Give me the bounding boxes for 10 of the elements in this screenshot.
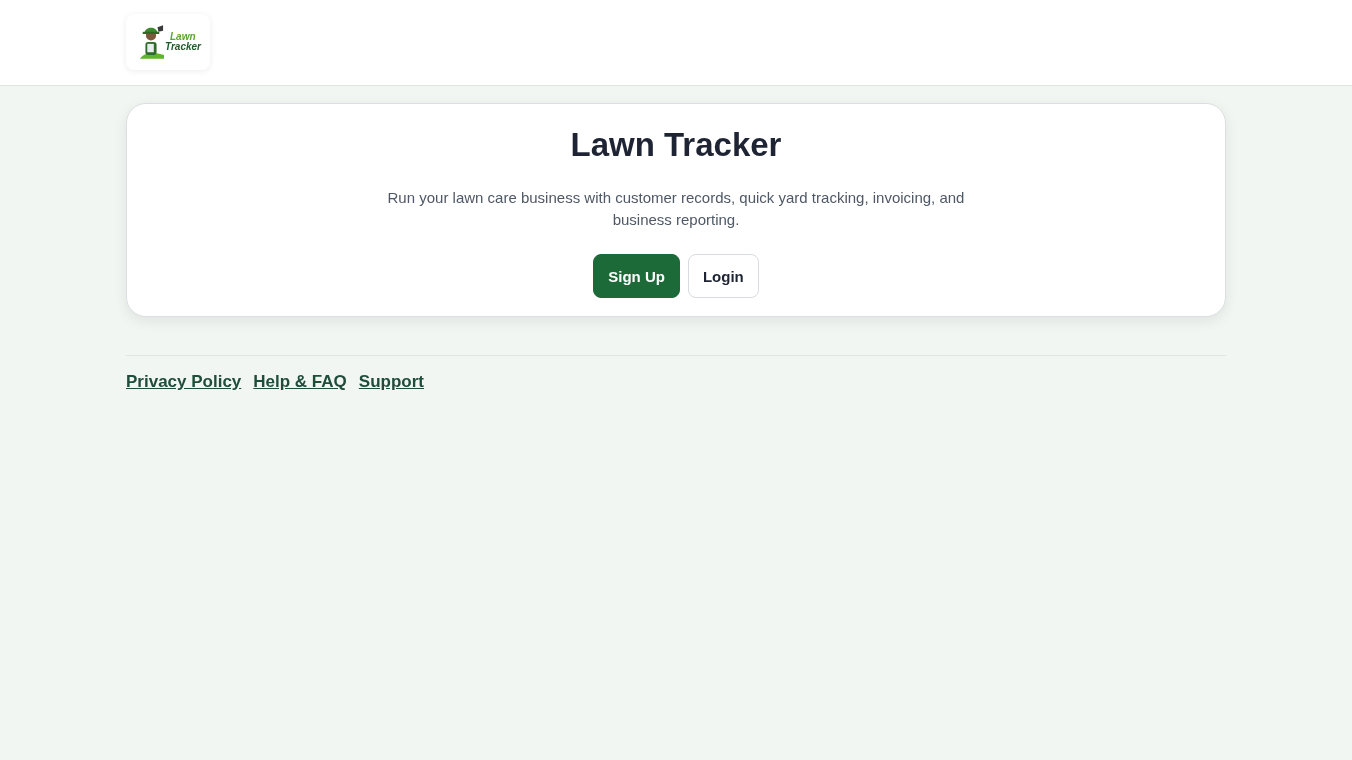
gardener-mascot-icon (138, 23, 164, 61)
description-text: Run your lawn care business with customer records, quick yard tracking, invoicing, and business reporting. (386, 188, 966, 230)
footer-link[interactable]: Support (358, 372, 424, 392)
logo-text: Lawn (170, 32, 197, 42)
page-title: Lawn Tracker (570, 125, 782, 165)
login-button[interactable]: Login (687, 254, 759, 298)
signup-button[interactable]: Sign Up (593, 254, 680, 298)
footer-link[interactable]: Privacy Policy (126, 372, 242, 392)
logo-text: Tracker (165, 42, 201, 52)
footer-link[interactable]: Help & FAQ (253, 372, 347, 392)
